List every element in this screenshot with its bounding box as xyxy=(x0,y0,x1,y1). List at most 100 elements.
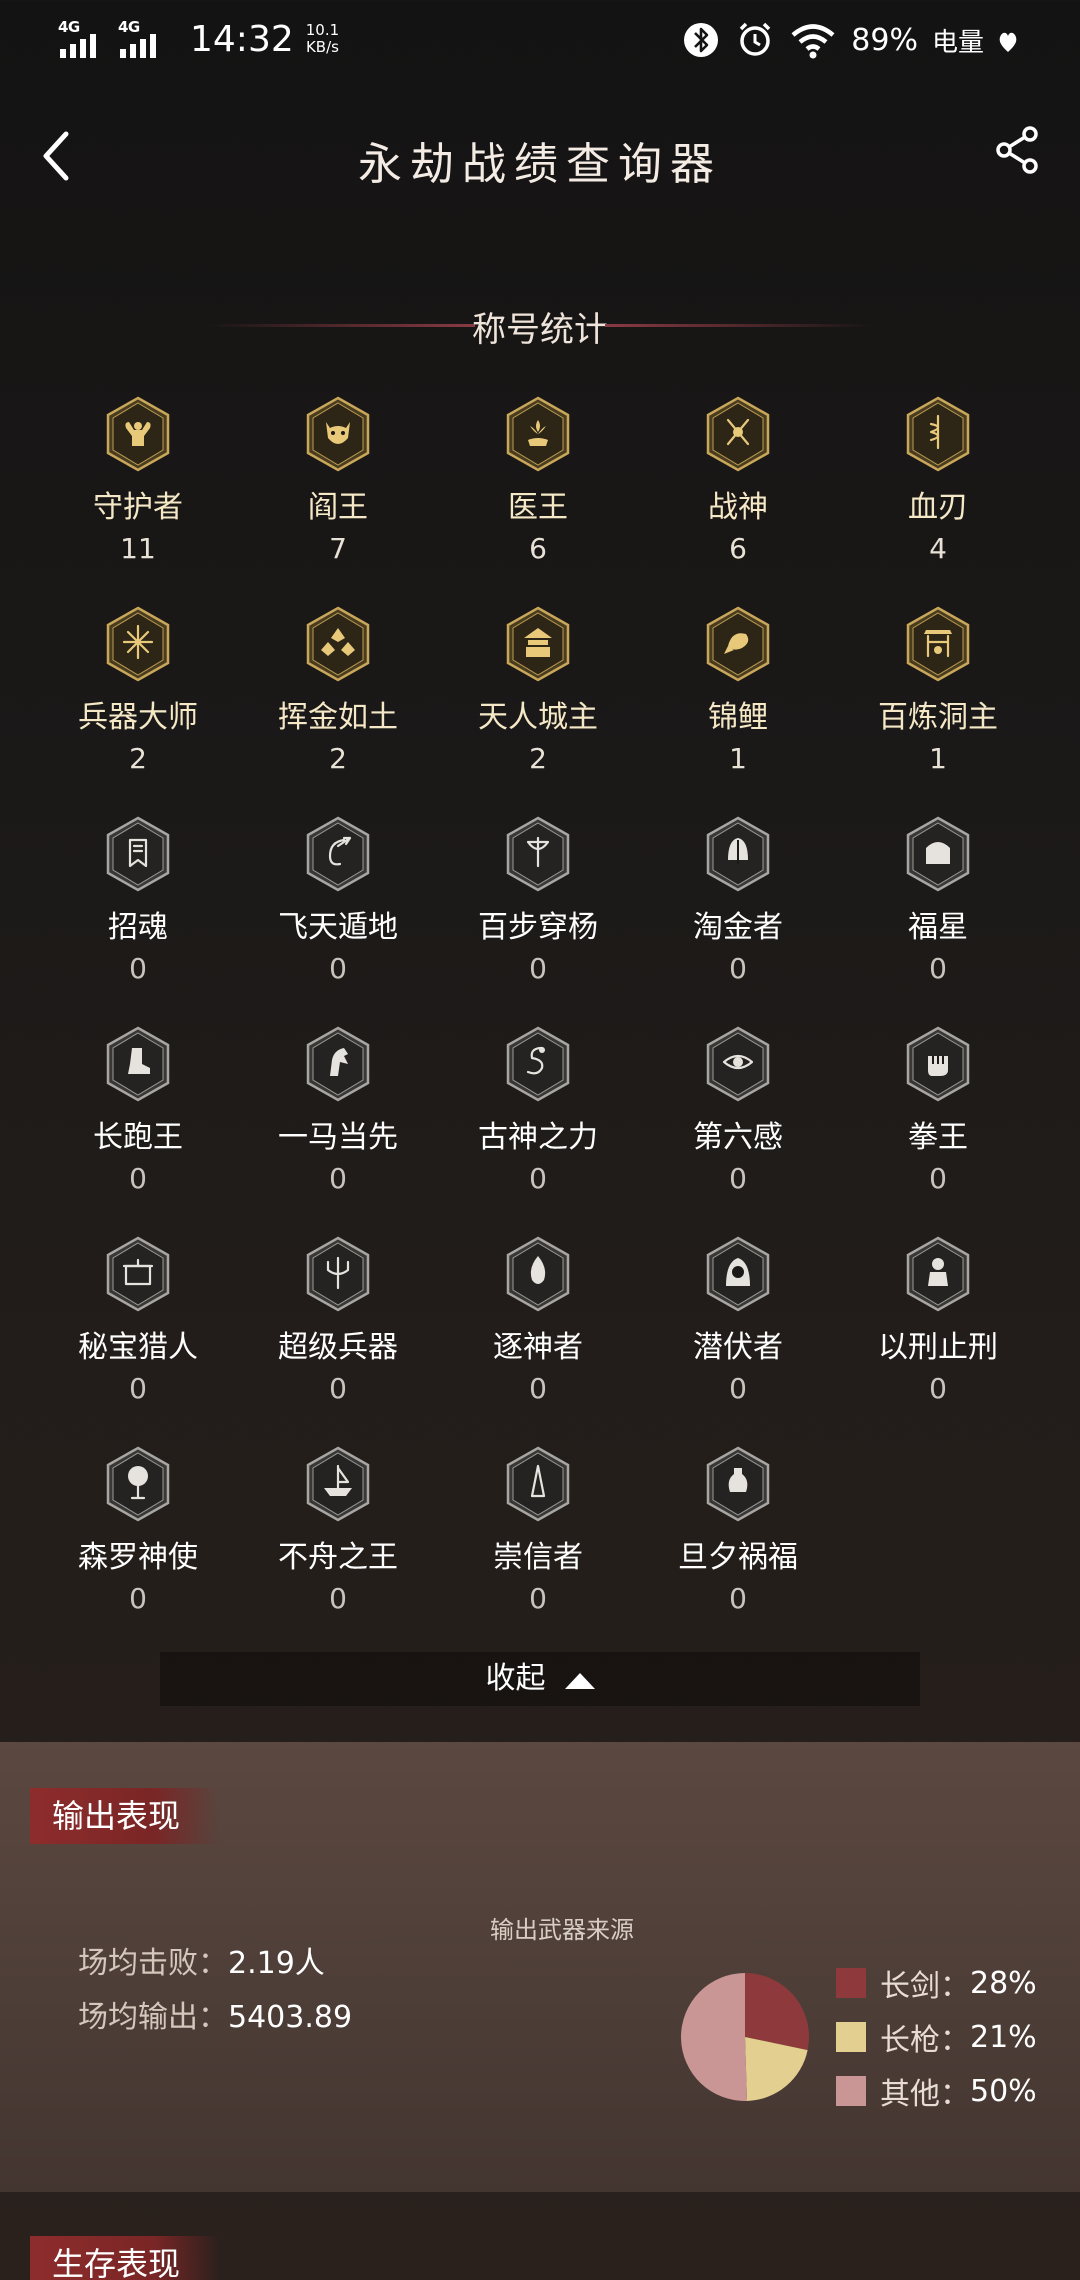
title-count: 1 xyxy=(929,742,947,775)
chevron-up-icon xyxy=(564,1672,595,1689)
title-count: 0 xyxy=(329,1582,347,1615)
status-bar: 4G 4G 14:32 10.1 KB/s 89% 电量 xyxy=(0,0,1080,80)
horse-head-icon xyxy=(304,1026,372,1102)
title-count: 2 xyxy=(329,742,347,775)
legend-separator: ： xyxy=(940,2023,970,2058)
title-cell: 医王 6 xyxy=(438,396,638,596)
title-name: 招魂 xyxy=(108,910,168,945)
title-count: 0 xyxy=(729,952,747,985)
title-name: 战神 xyxy=(708,490,768,525)
title-name: 血刃 xyxy=(908,490,968,525)
ancient-serpent-icon xyxy=(504,1026,572,1102)
top-bar: 永劫战绩查询器 xyxy=(0,100,1080,210)
net-speed-value: 10.1 xyxy=(305,21,340,39)
title-cell: 第六感 0 xyxy=(638,1026,838,1226)
title-cell: 兵器大师 2 xyxy=(38,606,238,806)
chart-title: 输出武器来源 xyxy=(490,1916,634,1944)
legend-item: 长剑： 28% xyxy=(836,1956,1037,2010)
hooded-figure-icon xyxy=(704,1236,772,1312)
judge-statue-icon xyxy=(904,1236,972,1312)
title-name: 拳王 xyxy=(908,1120,968,1155)
legend-swatch xyxy=(836,1968,866,1998)
legend-swatch xyxy=(836,2022,866,2052)
title-name: 崇信者 xyxy=(493,1540,583,1575)
legend-label: 长剑 xyxy=(880,1969,940,2004)
title-cell: 不舟之王 0 xyxy=(238,1446,438,1646)
output-ribbon: 输出表现 xyxy=(30,1788,221,1844)
title-name: 百步穿杨 xyxy=(478,910,598,945)
title-count: 0 xyxy=(529,952,547,985)
relic-box-icon xyxy=(104,1236,172,1312)
koi-fish-icon xyxy=(704,606,772,682)
share-button[interactable] xyxy=(990,122,1046,178)
title-count: 0 xyxy=(929,952,947,985)
title-cell: 淘金者 0 xyxy=(638,816,838,1016)
title-name: 挥金如土 xyxy=(278,700,398,735)
title-count: 0 xyxy=(529,1372,547,1405)
title-name: 古神之力 xyxy=(478,1120,598,1155)
title-cell: 潜伏者 0 xyxy=(638,1236,838,1436)
gold-ingots-icon xyxy=(304,606,372,682)
title-name: 长跑王 xyxy=(93,1120,183,1155)
title-name: 百炼洞主 xyxy=(878,700,998,735)
net-speed-unit: KB/s xyxy=(305,38,339,56)
forge-gate-icon xyxy=(904,606,972,682)
battery-percent: 89% xyxy=(851,22,918,58)
title-name: 以刑止刑 xyxy=(878,1330,998,1365)
title-cell: 天人城主 2 xyxy=(438,606,638,806)
title-count: 0 xyxy=(729,1582,747,1615)
title-count: 0 xyxy=(729,1372,747,1405)
avg-damage-stat: 场均输出：5403.89 xyxy=(78,1992,352,2046)
survival-ribbon: 生存表现 xyxy=(30,2236,221,2280)
title-count: 0 xyxy=(529,1582,547,1615)
avg-damage-value: 5403.89 xyxy=(228,2000,353,2035)
titles-heading-text: 称号统计 xyxy=(472,310,608,350)
fist-icon xyxy=(904,1026,972,1102)
title-count: 0 xyxy=(129,952,147,985)
title-cell: 长跑王 0 xyxy=(38,1026,238,1226)
status-right: 89% 电量 xyxy=(681,20,1018,60)
title-count: 0 xyxy=(129,1372,147,1405)
ship-icon xyxy=(304,1446,372,1522)
title-name: 守护者 xyxy=(93,490,183,525)
avg-damage-label: 场均输出： xyxy=(78,2000,228,2035)
legend-item: 其他： 50% xyxy=(836,2064,1037,2118)
output-stats: 场均击败：2.19人 场均输出：5403.89 xyxy=(78,1938,352,2046)
title-name: 天人城主 xyxy=(478,700,598,735)
legend-item: 长枪： 21% xyxy=(836,2010,1037,2064)
pie-slice xyxy=(680,1973,748,2101)
title-name: 第六感 xyxy=(693,1120,783,1155)
title-count: 0 xyxy=(929,1372,947,1405)
title-name: 锦鲤 xyxy=(708,700,768,735)
crossed-swords-icon xyxy=(704,396,772,472)
title-cell: 森罗神使 0 xyxy=(38,1446,238,1646)
signal-1-icon: 4G xyxy=(58,18,110,60)
title-count: 11 xyxy=(120,532,156,565)
title-name: 超级兵器 xyxy=(278,1330,398,1365)
weapons-burst-icon xyxy=(104,606,172,682)
title-name: 淘金者 xyxy=(693,910,783,945)
title-count: 0 xyxy=(329,1162,347,1195)
title-cell: 战神 6 xyxy=(638,396,838,596)
title-cell: 一马当先 0 xyxy=(238,1026,438,1226)
trident-icon xyxy=(304,1236,372,1312)
share-icon xyxy=(996,126,1038,174)
avg-kills-label: 场均击败： xyxy=(78,1946,228,1981)
title-name: 潜伏者 xyxy=(693,1330,783,1365)
title-cell: 逐神者 0 xyxy=(438,1236,638,1436)
title-name: 不舟之王 xyxy=(278,1540,398,1575)
title-count: 0 xyxy=(529,1162,547,1195)
title-cell: 百步穿杨 0 xyxy=(438,816,638,1016)
legend-value: 50% xyxy=(970,2073,1037,2109)
clock: 14:32 xyxy=(190,18,294,60)
title-count: 0 xyxy=(729,1162,747,1195)
title-count: 0 xyxy=(129,1162,147,1195)
title-cell: 血刃 4 xyxy=(838,396,1038,596)
title-cell: 古神之力 0 xyxy=(438,1026,638,1226)
title-count: 1 xyxy=(729,742,747,775)
collapse-button[interactable]: 收起 xyxy=(160,1652,920,1706)
title-cell: 守护者 11 xyxy=(38,396,238,596)
serpent-blade-icon xyxy=(904,396,972,472)
title-cell: 飞天遁地 0 xyxy=(238,816,438,1016)
title-cell: 超级兵器 0 xyxy=(238,1236,438,1436)
